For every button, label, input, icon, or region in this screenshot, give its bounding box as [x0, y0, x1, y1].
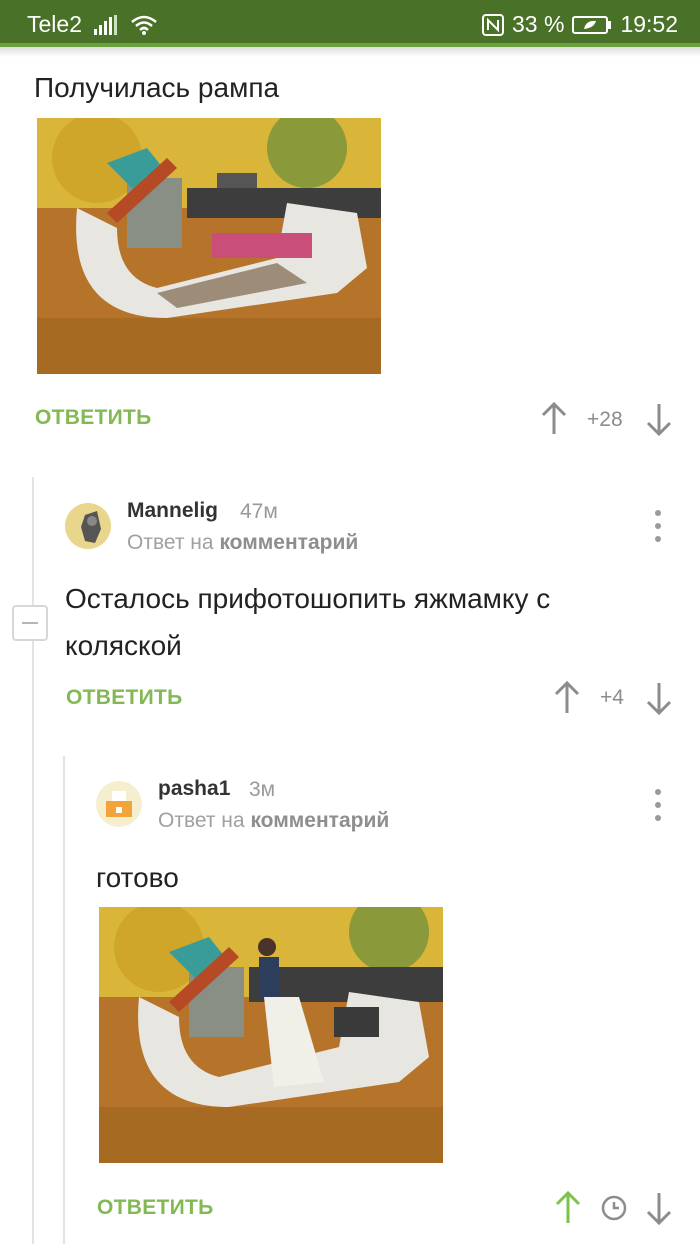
reply-to-link[interactable]: комментарий	[250, 809, 389, 832]
comment-author[interactable]: Mannelig	[127, 499, 218, 523]
post-caption: Получилась рампа	[34, 72, 280, 103]
comment-score: +4	[600, 686, 624, 709]
battery-percent: 33 %	[512, 11, 565, 37]
avatar-image	[96, 781, 142, 827]
avatar-image	[65, 503, 111, 549]
clock: 19:52	[620, 11, 678, 37]
post-downvote-icon[interactable]	[645, 402, 673, 436]
comment-time: 3м	[249, 778, 276, 801]
avatar[interactable]	[65, 503, 111, 549]
header-shadow	[0, 47, 700, 57]
carrier-name: Tele2	[27, 11, 82, 37]
reply-to-prefix: Ответ на	[158, 809, 245, 832]
signal-icon	[93, 14, 117, 35]
post-photo[interactable]	[37, 118, 381, 374]
post-reply-button[interactable]: ОТВЕТИТЬ	[35, 406, 152, 430]
downvote-icon[interactable]	[645, 681, 673, 715]
minus-icon	[22, 622, 38, 624]
post-score: +28	[587, 408, 623, 431]
reply-to-line: Ответ на комментарий	[158, 809, 389, 833]
comment-reply-button[interactable]: ОТВЕТИТЬ	[97, 1196, 214, 1220]
comment-author[interactable]: pasha1	[158, 777, 230, 801]
collapse-thread-button[interactable]	[12, 605, 48, 641]
comment-photo[interactable]	[99, 907, 443, 1163]
more-options-icon[interactable]	[655, 789, 663, 828]
downvote-icon[interactable]	[645, 1191, 673, 1225]
ramp-photo-image	[37, 118, 381, 374]
wifi-icon	[131, 15, 157, 35]
nfc-icon	[482, 13, 504, 36]
upvote-icon[interactable]	[553, 681, 581, 715]
edited-ramp-photo-image	[99, 907, 443, 1163]
clock-icon	[601, 1195, 627, 1221]
thread-line-level1	[32, 477, 34, 1244]
comment-text: готово	[96, 862, 179, 893]
comment-text: Осталось прифотошопить яжмамку с коляско…	[65, 583, 551, 661]
upvote-icon-active[interactable]	[554, 1191, 582, 1225]
more-options-icon[interactable]	[655, 510, 663, 549]
reply-to-prefix: Ответ на	[127, 531, 214, 554]
thread-line-level2	[63, 756, 65, 1244]
status-bar: Tele2 33 % 19:52	[0, 0, 700, 47]
post-upvote-icon[interactable]	[540, 402, 568, 436]
comment-time: 47м	[240, 500, 278, 523]
reply-to-link[interactable]: комментарий	[219, 531, 358, 554]
battery-icon	[572, 15, 612, 34]
avatar[interactable]	[96, 781, 142, 827]
comment-reply-button[interactable]: ОТВЕТИТЬ	[66, 686, 183, 710]
reply-to-line: Ответ на комментарий	[127, 531, 358, 555]
